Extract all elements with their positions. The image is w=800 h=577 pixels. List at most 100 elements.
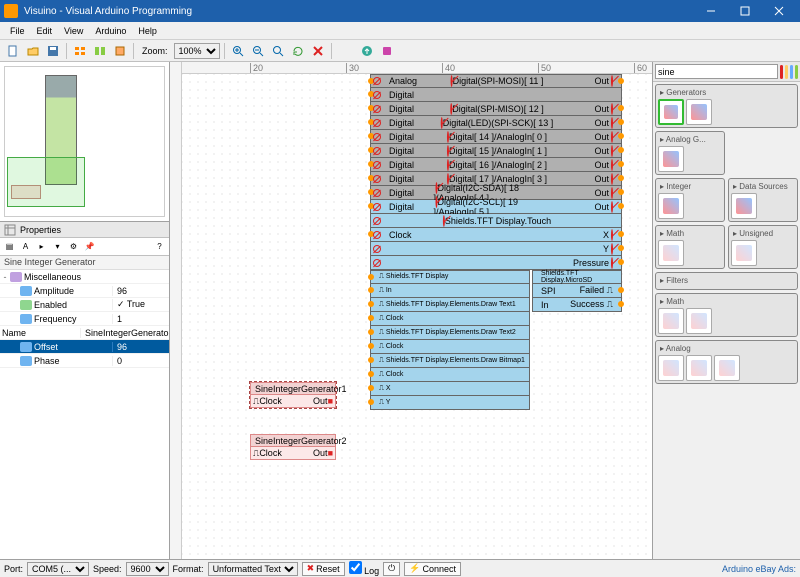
- prop-expand-button[interactable]: ▸: [34, 239, 49, 254]
- palette-group[interactable]: ▸ Math: [655, 225, 725, 269]
- overview-viewport[interactable]: [7, 157, 85, 207]
- port-select[interactable]: COM5 (...: [27, 562, 89, 576]
- palette-group[interactable]: ▸ Math: [655, 293, 798, 337]
- palette-item[interactable]: [658, 193, 684, 219]
- prop-az-button[interactable]: A: [18, 239, 33, 254]
- refresh-button[interactable]: [289, 42, 307, 60]
- sd-row[interactable]: InSuccess ⎍: [532, 298, 622, 312]
- palette-item[interactable]: [658, 146, 684, 172]
- board-pin-row[interactable]: Digital: [370, 88, 622, 102]
- property-row[interactable]: Frequency1: [0, 312, 169, 326]
- prop-pin-button[interactable]: 📌: [82, 239, 97, 254]
- tft-row[interactable]: ⎍ In: [370, 284, 530, 298]
- zoom-in-button[interactable]: [229, 42, 247, 60]
- board-pin-row[interactable]: Digital Digital[ 14 ]/AnalogIn[ 0 ]Out: [370, 130, 622, 144]
- search-clear-button[interactable]: [780, 65, 783, 79]
- board-pin-row[interactable]: Digital Digital(SPI-MISO)[ 12 ]Out: [370, 102, 622, 116]
- prop-cat-button[interactable]: ▤: [2, 239, 17, 254]
- property-row[interactable]: NameSineIntegerGenerator1: [0, 326, 169, 340]
- palette-item[interactable]: [714, 355, 740, 381]
- palette-group[interactable]: ▸ Unsigned: [728, 225, 798, 269]
- palette-group[interactable]: ▸ Generators: [655, 84, 798, 128]
- prop-filter-button[interactable]: ⚙: [66, 239, 81, 254]
- disconnect-button[interactable]: ⏻: [383, 562, 400, 576]
- palette-item[interactable]: [686, 308, 712, 334]
- property-row[interactable]: Enabled✓ True: [0, 298, 169, 312]
- tft-row[interactable]: ⎍ Y: [370, 396, 530, 410]
- property-row[interactable]: -Miscellaneous: [0, 270, 169, 284]
- board-pin-row[interactable]: Digital Digital[ 16 ]/AnalogIn[ 2 ]Out: [370, 158, 622, 172]
- tool-button[interactable]: [378, 42, 396, 60]
- speed-select[interactable]: 9600: [126, 562, 169, 576]
- menu-edit[interactable]: Edit: [31, 24, 59, 38]
- open-button[interactable]: [24, 42, 42, 60]
- canvas-area[interactable]: 2030405060 Analog Digital(SPI-MOSI)[ 11 …: [170, 62, 652, 559]
- palette-item[interactable]: [658, 99, 684, 125]
- zoom-select[interactable]: 100%: [174, 43, 220, 59]
- grid-button[interactable]: [91, 42, 109, 60]
- tft-row[interactable]: ⎍ Clock: [370, 312, 530, 326]
- tft-row[interactable]: ⎍ Clock: [370, 368, 530, 382]
- palette-body[interactable]: ▸ Generators▸ Analog G...▸ Integer▸ Data…: [653, 82, 800, 559]
- palette-item[interactable]: [731, 240, 757, 266]
- tft-row[interactable]: ⎍ X: [370, 382, 530, 396]
- properties-tree[interactable]: -MiscellaneousAmplitude96Enabled✓ TrueFr…: [0, 270, 169, 559]
- new-button[interactable]: [4, 42, 22, 60]
- menu-view[interactable]: View: [58, 24, 89, 38]
- board-pin-row[interactable]: Digital Digital(LED)(SPI-SCK)[ 13 ]Out: [370, 116, 622, 130]
- prop-collapse-button[interactable]: ▾: [50, 239, 65, 254]
- zoom-out-button[interactable]: [249, 42, 267, 60]
- delete-button[interactable]: [309, 42, 327, 60]
- sine-generator-2[interactable]: SineIntegerGenerator2 ⎍ClockOut■: [250, 434, 336, 460]
- connect-button[interactable]: ⚡Connect: [404, 562, 461, 576]
- palette-item[interactable]: [686, 355, 712, 381]
- log-checkbox-label[interactable]: Log: [349, 561, 380, 576]
- save-button[interactable]: [44, 42, 62, 60]
- search-star-button[interactable]: [785, 65, 788, 79]
- reset-button[interactable]: ✖Reset: [302, 562, 345, 576]
- palette-group[interactable]: ▸ Filters: [655, 272, 798, 290]
- menu-help[interactable]: Help: [132, 24, 163, 38]
- board-pin-row[interactable]: Pressure: [370, 256, 622, 270]
- property-row[interactable]: Offset96: [0, 340, 169, 354]
- palette-search-input[interactable]: [655, 64, 778, 79]
- tft-row[interactable]: ⎍ Shields.TFT Display.Elements.Draw Text…: [370, 326, 530, 340]
- minimize-button[interactable]: [694, 0, 728, 22]
- align-button[interactable]: [71, 42, 89, 60]
- arduino-board-component[interactable]: Analog Digital(SPI-MOSI)[ 11 ]Out Digita…: [370, 74, 622, 414]
- palette-item[interactable]: [658, 308, 684, 334]
- board-pin-row[interactable]: ClockX: [370, 228, 622, 242]
- close-button[interactable]: [762, 0, 796, 22]
- palette-item[interactable]: [658, 240, 684, 266]
- sd-header[interactable]: Shields.TFT Display.MicroSD: [532, 270, 622, 284]
- ad-link[interactable]: Arduino eBay Ads:: [722, 564, 796, 574]
- palette-group[interactable]: ▸ Data Sources: [728, 178, 798, 222]
- palette-item[interactable]: [731, 193, 757, 219]
- sd-row[interactable]: SPIFailed ⎍: [532, 284, 622, 298]
- sine-generator-1[interactable]: SineIntegerGenerator1 ⎍ClockOut■: [250, 382, 336, 408]
- maximize-button[interactable]: [728, 0, 762, 22]
- board-pin-row[interactable]: Digital Digital[ 15 ]/AnalogIn[ 1 ]Out: [370, 144, 622, 158]
- board-pin-row[interactable]: Analog Digital(SPI-MOSI)[ 11 ]Out: [370, 74, 622, 88]
- log-checkbox[interactable]: [349, 561, 362, 574]
- menu-arduino[interactable]: Arduino: [89, 24, 132, 38]
- palette-group[interactable]: ▸ Analog: [655, 340, 798, 384]
- tft-row[interactable]: ⎍ Shields.TFT Display: [370, 270, 530, 284]
- upload-button[interactable]: [358, 42, 376, 60]
- overview-panel[interactable]: [0, 62, 169, 222]
- layers-button[interactable]: [111, 42, 129, 60]
- property-row[interactable]: Amplitude96: [0, 284, 169, 298]
- tft-row[interactable]: ⎍ Shields.TFT Display.Elements.Draw Text…: [370, 298, 530, 312]
- zoom-fit-button[interactable]: [269, 42, 287, 60]
- menu-file[interactable]: File: [4, 24, 31, 38]
- board-pin-row[interactable]: Digital Digital(I2C-SCL)[ 19 ]/AnalogIn[…: [370, 200, 622, 214]
- prop-help-button[interactable]: ?: [152, 239, 167, 254]
- tft-row[interactable]: ⎍ Clock: [370, 340, 530, 354]
- board-pin-row[interactable]: Shields.TFT Display.Touch: [370, 214, 622, 228]
- palette-group[interactable]: ▸ Integer: [655, 178, 725, 222]
- palette-group[interactable]: ▸ Analog G...: [655, 131, 725, 175]
- palette-item[interactable]: [686, 99, 712, 125]
- tft-row[interactable]: ⎍ Shields.TFT Display.Elements.Draw Bitm…: [370, 354, 530, 368]
- search-filter-button[interactable]: [790, 65, 793, 79]
- board-pin-row[interactable]: Y: [370, 242, 622, 256]
